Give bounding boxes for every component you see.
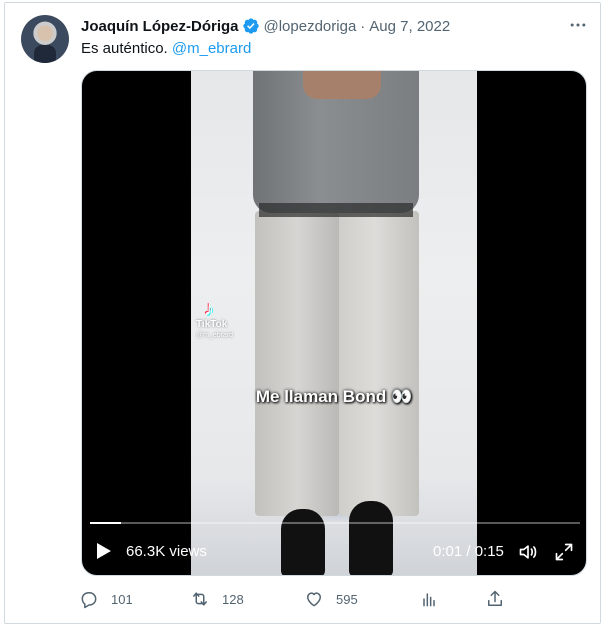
mention-link[interactable]: @m_ebrard	[172, 40, 251, 57]
play-icon[interactable]	[96, 542, 112, 560]
tiktok-watermark: ♪ TikTok @m_ebrard	[196, 299, 246, 340]
view-count: 66.3K views	[126, 543, 207, 560]
video-player[interactable]: ♪ TikTok @m_ebrard Me llaman Bond 👀 66.3…	[81, 70, 587, 576]
volume-icon[interactable]	[518, 542, 538, 562]
author-handle[interactable]: @lopezdoriga	[264, 18, 357, 35]
tweet-text: Es auténtico. @m_ebrard	[81, 39, 251, 59]
video-progress-bar[interactable]	[90, 522, 580, 524]
analytics-button[interactable]	[419, 587, 451, 611]
reply-button[interactable]: 101	[79, 587, 133, 611]
like-button[interactable]: 595	[304, 587, 358, 611]
retweet-icon	[193, 592, 207, 606]
like-count: 595	[336, 591, 358, 607]
trouser-left	[255, 211, 339, 516]
author-name[interactable]: Joaquín López-Dóriga	[81, 18, 239, 35]
reply-icon	[81, 592, 97, 609]
share-button[interactable]	[485, 587, 517, 611]
share-icon	[488, 590, 502, 606]
tiktok-brand: TikTok	[196, 319, 228, 330]
retweet-button[interactable]: 128	[190, 587, 244, 611]
tiktok-logo-icon: ♪	[204, 298, 214, 320]
like-icon	[307, 592, 321, 607]
trouser-right	[339, 211, 419, 516]
fullscreen-icon[interactable]	[554, 542, 574, 562]
tweet-date[interactable]: Aug 7, 2022	[369, 18, 450, 35]
tiktok-user: @m_ebrard	[196, 332, 234, 339]
retweet-count: 128	[222, 591, 244, 607]
video-controls: 66.3K views 0:01 / 0:15	[82, 537, 586, 567]
video-frame: ♪ TikTok @m_ebrard	[191, 71, 477, 575]
video-caption: Me llaman Bond 👀	[255, 387, 413, 406]
separator: ·	[360, 17, 366, 35]
hands	[303, 71, 381, 99]
reply-count: 101	[111, 591, 133, 607]
verified-badge-icon	[242, 17, 260, 35]
avatar[interactable]	[21, 15, 69, 63]
more-icon[interactable]	[567, 15, 589, 35]
analytics-icon	[423, 593, 435, 607]
video-time: 0:01 / 0:15	[433, 543, 504, 560]
video-progress-fill	[90, 522, 121, 524]
belt	[259, 203, 413, 217]
tweet-header: Joaquín López-Dóriga @lopezdoriga · Aug …	[81, 16, 450, 36]
tweet-actions: 101 128 595	[79, 587, 519, 611]
tweet-text-body: Es auténtico.	[81, 40, 168, 57]
